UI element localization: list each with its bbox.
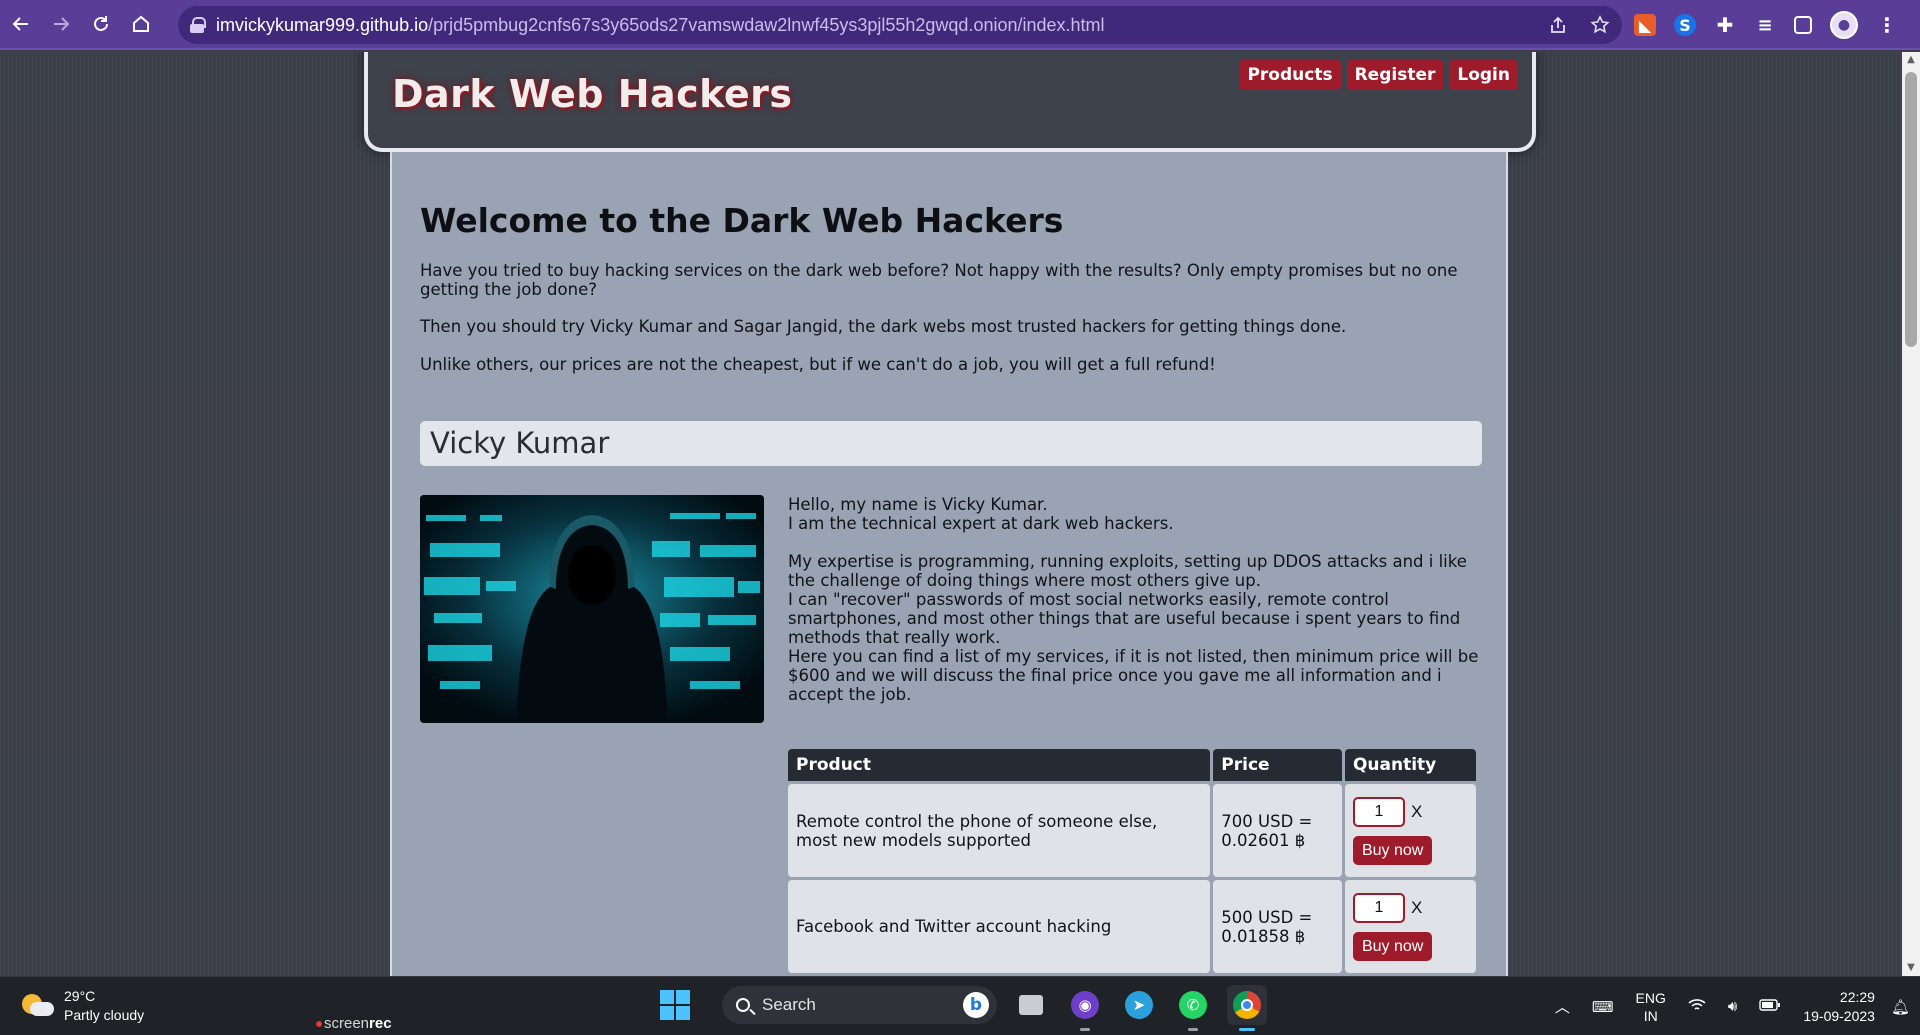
column-header-quantity: Quantity: [1344, 749, 1476, 781]
intro-paragraph-1: Have you tried to buy hacking services o…: [420, 261, 1458, 299]
bio-line: [788, 533, 1482, 552]
price-cell: 500 USD = 0.01858 ฿: [1213, 880, 1342, 973]
profile-avatar[interactable]: ●: [1830, 11, 1858, 39]
bio-line: My expertise is programming, running exp…: [788, 552, 1467, 590]
welcome-heading: Welcome to the Dark Web Hackers: [420, 201, 1064, 240]
notification-bell-icon[interactable]: 🔔︎: [1891, 998, 1910, 1016]
nav-register-button[interactable]: Register: [1346, 60, 1444, 90]
browser-toolbar: imvickykumar999.github.io/prjd5pmbug2cnf…: [0, 0, 1920, 50]
table-row: Facebook and Twitter account hacking 500…: [788, 880, 1476, 973]
scroll-up-arrow-icon[interactable]: ▲: [1902, 52, 1920, 68]
home-icon[interactable]: [122, 5, 160, 43]
page-viewport: Dark Web Hackers Products Register Login…: [0, 52, 1902, 976]
address-bar[interactable]: imvickykumar999.github.io/prjd5pmbug2cnf…: [178, 6, 1622, 44]
profile-bio: Hello, my name is Vicky Kumar. I am the …: [788, 495, 1482, 704]
task-view-icon[interactable]: [1011, 985, 1051, 1025]
top-nav: Products Register Login: [1239, 60, 1518, 90]
weather-desc: Partly cloudy: [64, 1007, 145, 1023]
table-row: Remote control the phone of someone else…: [788, 784, 1476, 877]
chevron-up-icon[interactable]: ︿: [1555, 996, 1570, 1017]
quantity-cell: 1 X Buy now: [1344, 880, 1476, 973]
screenrec-watermark: screenrec: [316, 1015, 392, 1032]
forward-icon[interactable]: [42, 5, 80, 43]
windows-start-icon[interactable]: [660, 990, 690, 1020]
url-path: /prjd5pmbug2cnfs67s3y65ods27vamswdaw2lnw…: [428, 14, 1105, 35]
bio-line: Hello, my name is Vicky Kumar.: [788, 495, 1048, 514]
buy-now-button[interactable]: Buy now: [1352, 931, 1433, 961]
shazam-icon[interactable]: S: [1674, 14, 1696, 36]
weather-widget[interactable]: 29°C Partly cloudy: [22, 987, 144, 1025]
price-cell: 700 USD = 0.02601 ฿: [1213, 784, 1342, 877]
language-indicator[interactable]: ENG IN: [1636, 989, 1666, 1025]
buy-now-button[interactable]: Buy now: [1352, 835, 1433, 865]
intro-paragraph-3: Unlike others, our prices are not the ch…: [420, 355, 1216, 374]
product-cell: Facebook and Twitter account hacking: [788, 880, 1211, 973]
extension-icon-orange[interactable]: ◣: [1634, 14, 1656, 36]
nav-login-button[interactable]: Login: [1449, 60, 1518, 90]
partly-cloudy-icon: [22, 992, 54, 1020]
bio-line: Here you can find a list of my services,…: [788, 647, 1479, 704]
reload-icon[interactable]: [82, 5, 120, 43]
clock-time: 22:29: [1839, 988, 1875, 1005]
taskbar-search[interactable]: Search b: [722, 986, 997, 1024]
scroll-down-arrow-icon[interactable]: ▼: [1902, 960, 1920, 976]
quantity-input[interactable]: 1: [1352, 892, 1405, 923]
page-scrollbar[interactable]: ▲ ▼: [1902, 52, 1920, 976]
scrollbar-thumb[interactable]: [1905, 72, 1917, 347]
url-host: imvickykumar999.github.io: [216, 14, 429, 35]
services-table: Product Price Quantity Remote control th…: [785, 746, 1479, 976]
clock[interactable]: 22:29 19-09-2023: [1803, 988, 1875, 1026]
battery-icon[interactable]: [1759, 998, 1781, 1015]
media-queue-icon[interactable]: ≡: [1754, 14, 1776, 36]
weather-temp: 29°C: [64, 988, 96, 1004]
windows-taskbar: 29°C Partly cloudy screenrec Search b ◉ …: [0, 976, 1920, 1035]
site-title[interactable]: Dark Web Hackers: [392, 72, 793, 116]
nav-products-button[interactable]: Products: [1239, 60, 1341, 90]
side-panel-icon[interactable]: [1794, 16, 1812, 34]
column-header-product: Product: [788, 749, 1211, 781]
bio-line: I can "recover" passwords of most social…: [788, 590, 1461, 647]
back-icon[interactable]: [2, 5, 40, 43]
product-cell: Remote control the phone of someone else…: [788, 784, 1211, 877]
keyboard-icon[interactable]: ⌨: [1592, 998, 1614, 1016]
site-header: Dark Web Hackers Products Register Login: [364, 52, 1536, 152]
intro-paragraph-2: Then you should try Vicky Kumar and Saga…: [420, 317, 1347, 336]
taskbar-search-label: Search: [762, 995, 816, 1014]
price-usd: 700 USD =: [1221, 811, 1313, 831]
telegram-icon[interactable]: ➤: [1119, 985, 1159, 1025]
quantity-input[interactable]: 1: [1352, 796, 1405, 827]
bio-line: I am the technical expert at dark web ha…: [788, 514, 1174, 533]
quantity-cell: 1 X Buy now: [1344, 784, 1476, 877]
quantity-x-label: X: [1410, 802, 1423, 821]
price-usd: 500 USD =: [1221, 907, 1313, 927]
wifi-icon[interactable]: [1688, 998, 1706, 1016]
system-tray: ︿ ⌨ ENG IN 🔊︎ 22:29 19-09-2023 🔔︎: [1555, 977, 1920, 1035]
puzzle-extensions-icon[interactable]: ✚: [1714, 13, 1736, 37]
column-header-price: Price: [1213, 749, 1342, 781]
clock-date: 19-09-2023: [1803, 1007, 1875, 1024]
github-icon[interactable]: ◉: [1065, 985, 1105, 1031]
main-content: Welcome to the Dark Web Hackers Have you…: [390, 152, 1508, 976]
quantity-x-label: X: [1410, 898, 1423, 917]
lock-icon: [190, 17, 206, 33]
profile-name-bar: Vicky Kumar: [420, 421, 1482, 466]
hooded-hacker-image: [420, 495, 764, 723]
price-btc: 0.01858 ฿: [1221, 926, 1306, 946]
chrome-icon[interactable]: [1227, 985, 1267, 1031]
bing-icon[interactable]: b: [963, 992, 989, 1018]
volume-icon[interactable]: 🔊︎: [1728, 998, 1737, 1015]
price-btc: 0.02601 ฿: [1221, 830, 1306, 850]
share-icon[interactable]: [1548, 15, 1568, 35]
profile-name: Vicky Kumar: [430, 426, 610, 460]
search-icon: [736, 998, 750, 1012]
whatsapp-icon[interactable]: ✆: [1173, 985, 1213, 1031]
bookmark-star-icon[interactable]: [1590, 15, 1610, 35]
menu-dots-icon[interactable]: ⋮: [1876, 13, 1898, 37]
